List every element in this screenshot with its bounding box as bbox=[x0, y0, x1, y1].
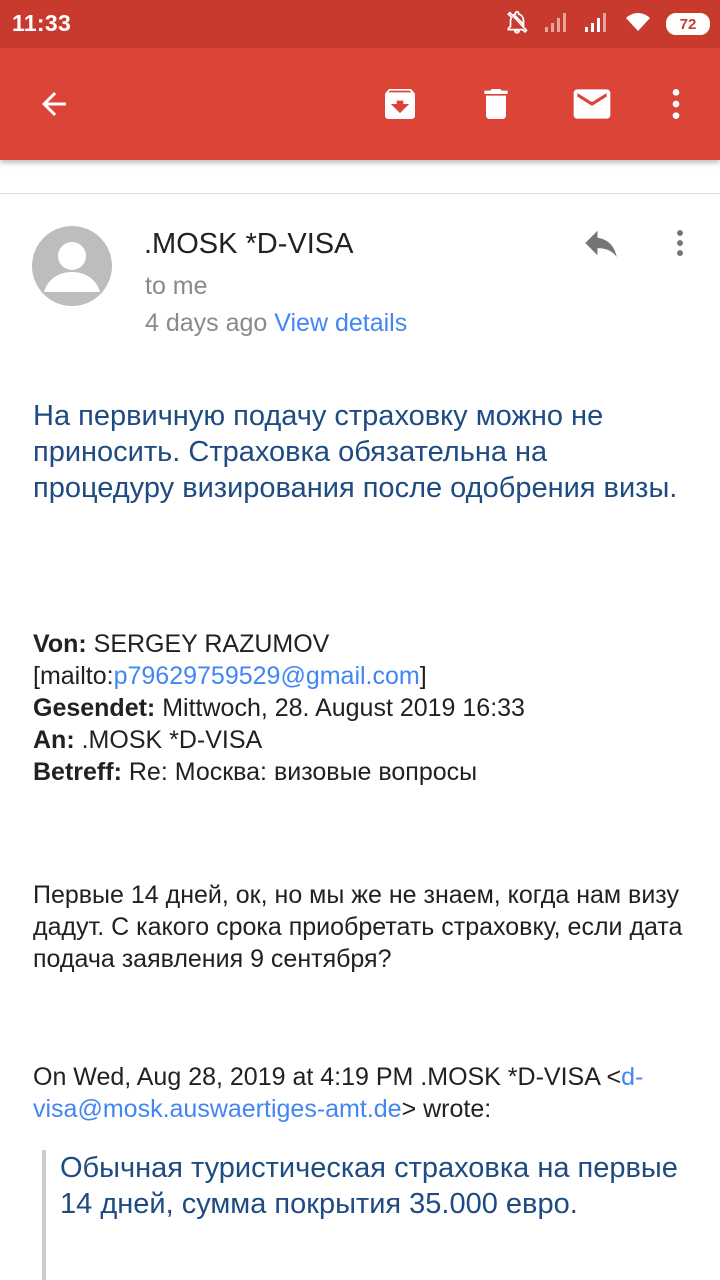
to-line: An: .MOSK *D-VISA bbox=[33, 724, 693, 756]
quote-bar bbox=[42, 1150, 46, 1280]
app-bar bbox=[0, 48, 720, 160]
recipient-line[interactable]: to me bbox=[145, 272, 208, 301]
sender-name: .MOSK *D-VISA bbox=[144, 228, 354, 260]
status-time: 11:33 bbox=[12, 10, 72, 36]
more-vert-icon[interactable] bbox=[646, 74, 706, 134]
to-value: .MOSK *D-VISA bbox=[81, 726, 263, 754]
divider bbox=[0, 193, 720, 194]
attribution-prefix: On Wed, Aug 28, 2019 at 4:19 PM .MOSK *D… bbox=[33, 1063, 622, 1091]
sent-line: Gesendet: Mittwoch, 28. August 2019 16:3… bbox=[33, 692, 693, 724]
signal-icon bbox=[544, 11, 570, 38]
reply-icon[interactable] bbox=[578, 222, 624, 264]
bell-off-icon bbox=[504, 9, 530, 40]
back-arrow-icon[interactable] bbox=[24, 74, 84, 134]
from-line: Von: SERGEY RAZUMOV bbox=[33, 628, 693, 660]
wifi-icon bbox=[624, 11, 652, 38]
attribution-suffix: > wrote: bbox=[401, 1095, 492, 1123]
delete-icon[interactable] bbox=[466, 74, 526, 134]
person-icon bbox=[44, 242, 100, 292]
sent-label: Gesendet: bbox=[33, 694, 156, 722]
mark-unread-icon[interactable] bbox=[562, 74, 622, 134]
mailto-prefix: [mailto: bbox=[33, 662, 114, 690]
subject-line: Betreff: Re: Москва: визовые вопросы bbox=[33, 756, 693, 788]
intro-paragraph: На первичную подачу страховку можно не п… bbox=[33, 400, 678, 504]
view-details-link[interactable]: View details bbox=[274, 309, 407, 337]
question-paragraph: Первые 14 дней, ок, но мы же не знаем, к… bbox=[33, 881, 683, 973]
signal-icon bbox=[584, 11, 610, 38]
avatar[interactable] bbox=[32, 226, 112, 306]
to-label: An: bbox=[33, 726, 75, 754]
quote-attribution: On Wed, Aug 28, 2019 at 4:19 PM .MOSK *D… bbox=[33, 1061, 693, 1125]
subject-label: Betreff: bbox=[33, 758, 122, 786]
archive-icon[interactable] bbox=[370, 74, 430, 134]
more-vert-icon[interactable] bbox=[664, 222, 696, 264]
status-bar: 11:33 72 bbox=[0, 0, 720, 48]
message-meta: 4 days ago View details bbox=[145, 309, 407, 338]
mailto-line: [mailto:p79629759529@gmail.com] bbox=[33, 660, 693, 692]
sent-value: Mittwoch, 28. August 2019 16:33 bbox=[162, 694, 525, 722]
from-name: SERGEY RAZUMOV bbox=[93, 630, 330, 658]
battery-icon: 72 bbox=[666, 13, 710, 35]
from-label: Von: bbox=[33, 630, 87, 658]
forwarded-headers: Von: SERGEY RAZUMOV [mailto:p79629759529… bbox=[33, 628, 693, 788]
mailto-suffix: ] bbox=[419, 662, 427, 690]
status-icons: 72 bbox=[504, 10, 710, 38]
subject-value: Re: Москва: визовые вопросы bbox=[128, 758, 478, 786]
quoted-paragraph: Обычная туристическая страховка на первы… bbox=[60, 1152, 678, 1220]
mailto-email-link[interactable]: p79629759529@gmail.com bbox=[114, 662, 420, 690]
time-ago: 4 days ago bbox=[145, 309, 268, 337]
